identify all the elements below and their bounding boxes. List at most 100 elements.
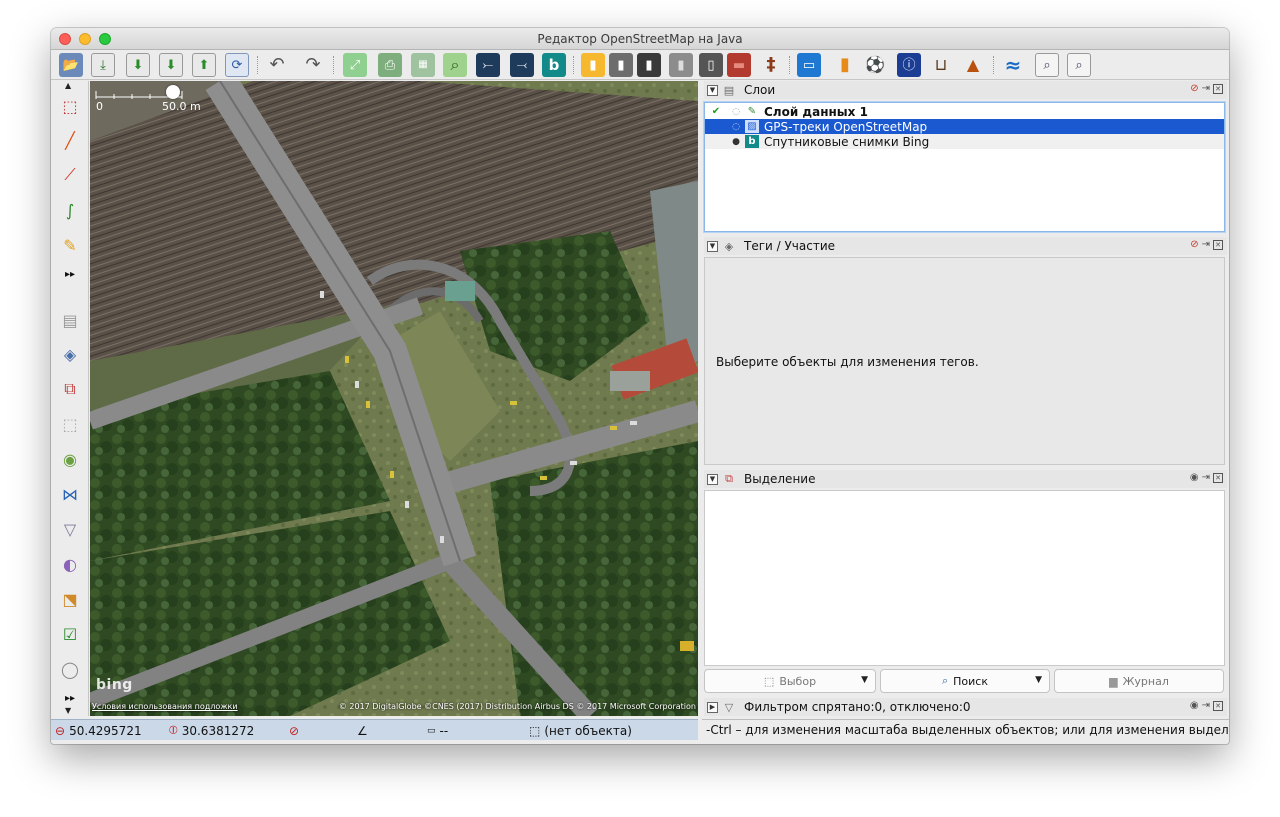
authors-panel-button[interactable]: ◉ (57, 446, 83, 472)
selection-list[interactable] (704, 490, 1225, 666)
scroll-up-icon[interactable]: ▲ (65, 81, 71, 90)
layer-row-gps[interactable]: ✔ ◌ ▨ GPS-треки OpenStreetMap (705, 119, 1224, 134)
close-panel-icon[interactable]: ✕ (1213, 84, 1223, 94)
zoom-to-data-button[interactable]: ⤢ (343, 53, 367, 77)
close-panel-icon[interactable]: ✕ (1213, 473, 1223, 483)
tags-panel-header[interactable]: ▼ ◈ Теги / Участие ⊘ ⇥ ✕ (704, 237, 1227, 255)
bing-icon: b (548, 55, 560, 74)
layers-panel-header[interactable]: ▼ ▤ Слои ⊘ ⇥ ✕ (704, 81, 1227, 99)
filter-panel-header[interactable]: ▶ ▽ Фильтром спрятано:0, отключено:0 ◉ ⇥… (704, 698, 1227, 716)
expand-toggle-icon[interactable]: ▶ (707, 701, 718, 713)
scroll-down-icon[interactable]: ▼ (65, 706, 71, 715)
road-yellow-icon: ▮ (589, 57, 597, 73)
draw-line-button[interactable]: ╱ (57, 127, 83, 153)
tags-panel-button[interactable]: ◈ (57, 341, 83, 367)
shopping-bag-icon: ▮ (840, 54, 850, 75)
select-cursor-icon: ⬚ (763, 674, 775, 688)
open-location-button[interactable]: ⤓ (91, 53, 115, 77)
print-button[interactable]: ⎙ (378, 53, 402, 77)
road-service-button[interactable]: ▮ (669, 53, 693, 77)
dock-icon[interactable]: ⇥ (1202, 83, 1210, 94)
eye-icon[interactable]: ◉ (1190, 700, 1199, 711)
road-primary-button[interactable]: ▮ (581, 53, 605, 77)
wms-button[interactable]: ▦ (411, 53, 435, 77)
draw-polyline-button[interactable]: ⟋ (57, 162, 83, 188)
shop-button[interactable]: ▮ (833, 53, 857, 77)
hide-panel-icon[interactable]: ⊘ (1190, 239, 1198, 250)
toolbar-separator (333, 56, 334, 74)
dock-icon[interactable]: ⇥ (1202, 472, 1210, 483)
collapse-toggle-icon[interactable]: ▼ (707, 240, 718, 252)
pencil-tool-button[interactable]: ✎ (57, 232, 83, 258)
road-tertiary-button[interactable]: ▮ (637, 53, 661, 77)
accommodation-button[interactable]: ▭ (797, 53, 821, 77)
layers-panel-icon: ▤ (62, 310, 78, 330)
select-tool-button[interactable]: ⬚ (57, 93, 83, 119)
active-layer-check-icon[interactable]: ✔ (709, 106, 723, 117)
information-button[interactable]: ⓘ (897, 53, 921, 77)
traffic-signals-button[interactable]: ▯ (699, 53, 723, 77)
selection-panel-button[interactable]: ⬚ (57, 411, 83, 437)
download-button[interactable]: ⬇ (126, 53, 150, 77)
sport-button[interactable]: ⚽ (863, 53, 887, 77)
open-file-button[interactable]: 📂 (59, 53, 83, 77)
history-button[interactable]: ▆ Журнал (1054, 669, 1224, 693)
relations-panel-button[interactable]: ⧉ (57, 376, 83, 402)
railway-button[interactable]: ‡ (759, 53, 783, 77)
redo-button[interactable]: ↷ (301, 53, 325, 77)
collapse-toggle-icon[interactable]: ▼ (707, 84, 718, 96)
download-in-view-button[interactable]: ⬇ (159, 53, 183, 77)
validator-panel-button[interactable]: ⬔ (57, 586, 83, 612)
layer-row-data[interactable]: ✔ ◌ ✎ Слой данных 1 (705, 104, 1224, 119)
imagery-terms-link[interactable]: Условия использования подложки (92, 702, 238, 711)
layer-row-bing[interactable]: ✔ ● b Спутниковые снимки Bing (705, 134, 1224, 149)
split-way-button[interactable]: ⤚ (476, 53, 500, 77)
improve-way-button[interactable]: ∫ (57, 197, 83, 223)
visibility-eye-icon[interactable]: ● (729, 137, 743, 147)
dock-icon[interactable]: ⇥ (1202, 700, 1210, 711)
dock-icon[interactable]: ⇥ (1202, 239, 1210, 250)
bing-imagery-button[interactable]: b (542, 53, 566, 77)
filter-panel-button[interactable]: ▽ (57, 516, 83, 542)
eye-icon[interactable]: ◉ (1190, 472, 1199, 483)
history-panel-button[interactable]: ◯ (57, 656, 83, 682)
hide-panel-icon[interactable]: ⊘ (1190, 83, 1198, 94)
update-data-button[interactable]: ⟳ (225, 53, 249, 77)
search-button[interactable]: ⌕ (443, 53, 467, 77)
collapse-toggle-icon[interactable]: ▼ (707, 473, 718, 485)
history-icon: ▆ (1109, 674, 1118, 688)
selection-panel-header[interactable]: ▼ ⧉ Выделение ◉ ⇥ ✕ (704, 470, 1227, 488)
industrial-button[interactable]: ⊔ (929, 53, 953, 77)
layers-panel-button[interactable]: ▤ (57, 307, 83, 333)
map-style-panel-button[interactable]: ◐ (57, 551, 83, 577)
user-panel-icon: ◉ (63, 449, 77, 469)
zoom-out-map-button[interactable]: ⌕ (1067, 53, 1091, 77)
join-way-button[interactable]: ⤙ (510, 53, 534, 77)
todo-panel-button[interactable]: ☑ (57, 621, 83, 647)
undo-button[interactable]: ↶ (265, 53, 289, 77)
upload-button[interactable]: ⬆ (192, 53, 216, 77)
search-button[interactable]: ⌕ Поиск ▼ (880, 669, 1050, 693)
conflict-panel-icon: ⋈ (62, 484, 78, 504)
active-layer-check-icon[interactable]: ✔ (709, 136, 723, 147)
zoom-in-map-button[interactable]: ⌕ (1035, 53, 1059, 77)
peak-button[interactable]: ▲ (961, 53, 985, 77)
map-view[interactable]: 0 50.0 m bing Условия использования подл… (90, 81, 698, 716)
close-panel-icon[interactable]: ✕ (1213, 240, 1223, 250)
active-layer-check-icon[interactable]: ✔ (709, 121, 723, 132)
zoom-slider-handle[interactable] (166, 85, 180, 99)
select-button[interactable]: ⬚ Выбор ▼ (704, 669, 876, 693)
road-join-icon: ⤙ (516, 57, 528, 73)
visibility-toggle-icon[interactable]: ◌ (729, 122, 743, 132)
more-tools-button[interactable]: ▸▸ (57, 261, 83, 287)
close-panel-icon[interactable]: ✕ (1213, 701, 1223, 711)
chevron-down-icon[interactable]: ▼ (861, 675, 868, 685)
road-secondary-button[interactable]: ▮ (609, 53, 633, 77)
visibility-toggle-icon[interactable]: ◌ (729, 107, 743, 117)
building-button[interactable]: ▬ (727, 53, 751, 77)
railway-icon: ‡ (766, 54, 776, 75)
conflict-panel-button[interactable]: ⋈ (57, 481, 83, 507)
chevron-down-icon[interactable]: ▼ (1035, 675, 1042, 685)
select-button-label: Выбор (779, 674, 817, 688)
waterway-button[interactable]: ≈ (1001, 53, 1025, 77)
